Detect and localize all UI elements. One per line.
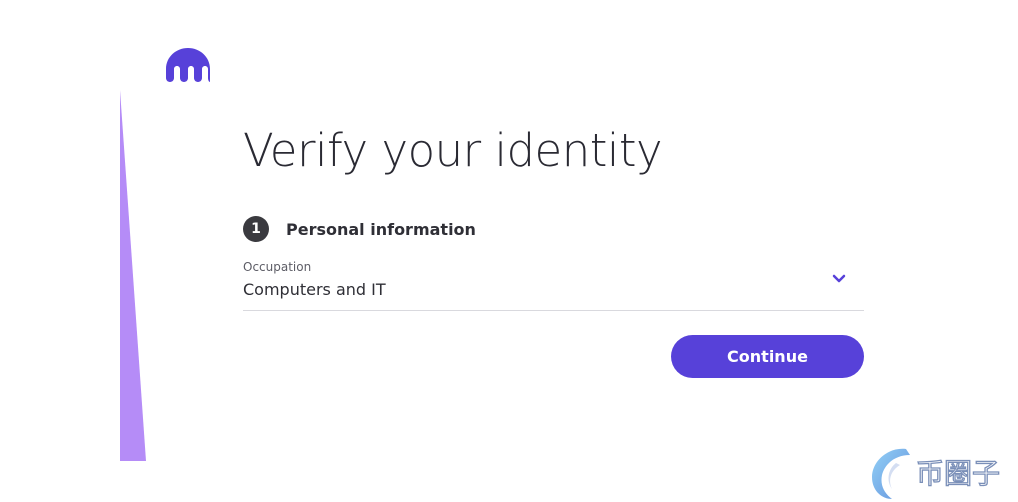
continue-button[interactable]: Continue [671, 335, 864, 378]
step-number-badge: 1 [243, 216, 269, 242]
kraken-logo-icon [166, 48, 210, 82]
verify-identity-page: Verify your identity 1 Personal informat… [0, 0, 1018, 502]
side-accent-decoration [120, 90, 146, 461]
svg-text:币圈子: 币圈子 [916, 457, 1000, 490]
chevron-down-icon[interactable] [832, 274, 846, 284]
step-label: Personal information [286, 219, 476, 239]
occupation-value: Computers and IT [243, 280, 386, 299]
occupation-select[interactable]: Occupation Computers and IT [243, 259, 864, 311]
step-header: 1 Personal information [243, 216, 476, 242]
page-title: Verify your identity [243, 124, 663, 177]
occupation-label: Occupation [243, 260, 312, 274]
watermark-logo: 币圈子 [872, 448, 1001, 499]
